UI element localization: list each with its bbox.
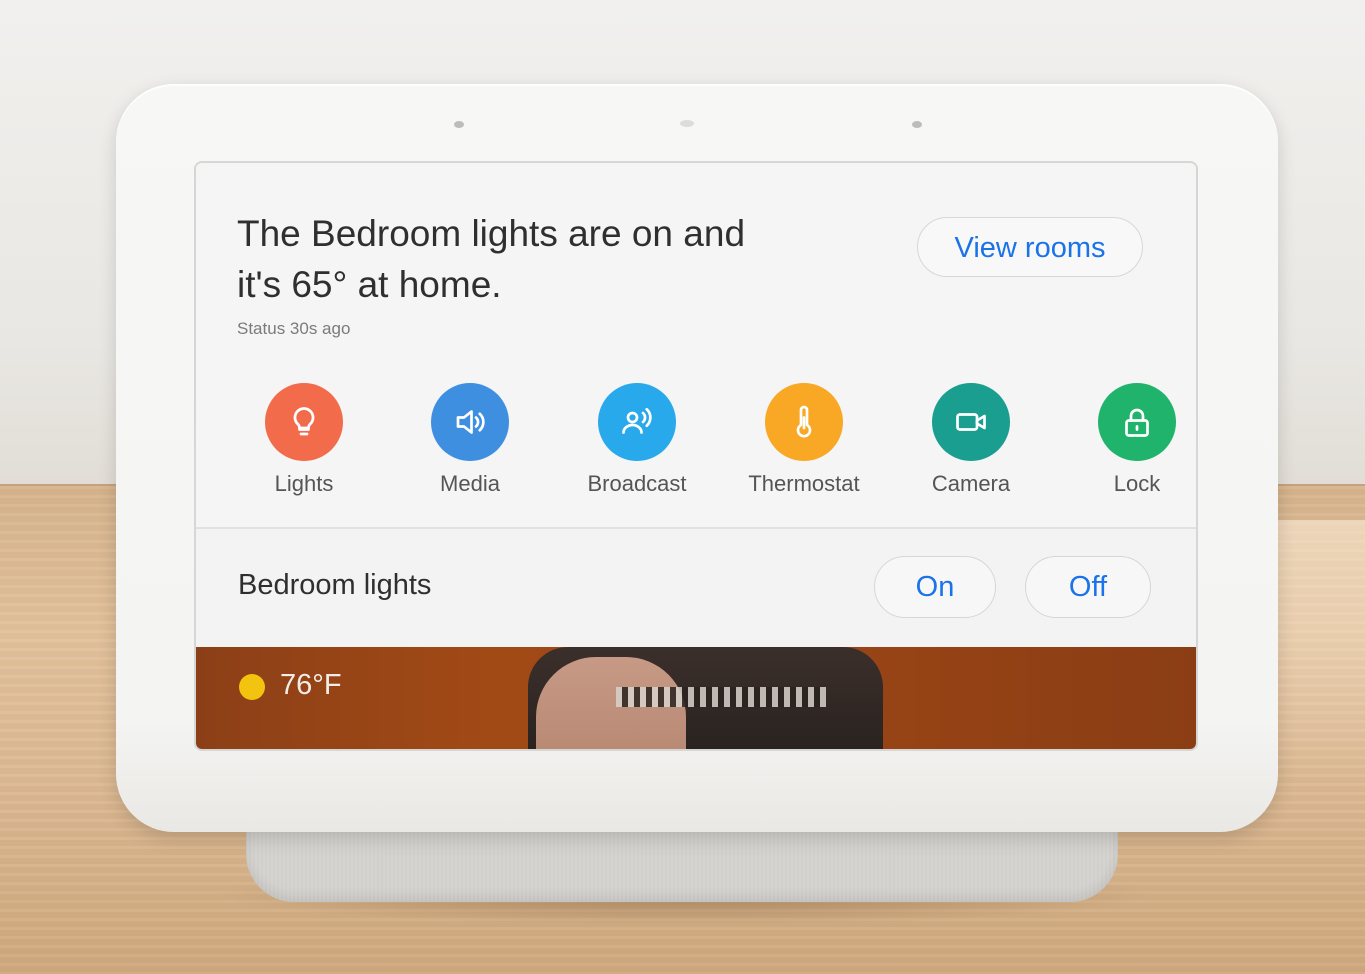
- photo-subject-pattern: [616, 687, 826, 707]
- lightbulb-icon: [265, 383, 343, 461]
- camera-action[interactable]: Camera: [891, 383, 1051, 503]
- headline-line-2: it's 65° at home.: [237, 264, 502, 305]
- home-status-card: The Bedroom lights are on and it's 65° a…: [196, 163, 1196, 529]
- camera-icon: [932, 383, 1010, 461]
- microphone-icon: [454, 121, 464, 128]
- view-rooms-button[interactable]: View rooms: [917, 217, 1143, 277]
- ambient-sensor: [680, 120, 694, 127]
- speaker-icon: [431, 383, 509, 461]
- thermometer-icon: [765, 383, 843, 461]
- media-label: Media: [440, 471, 500, 496]
- lights-on-button[interactable]: On: [874, 556, 996, 618]
- weather-temperature: 76°F: [280, 669, 342, 701]
- lights-label: Lights: [274, 471, 334, 496]
- status-timestamp: Status 30s ago: [237, 319, 351, 338]
- broadcast-action[interactable]: Broadcast: [557, 383, 717, 503]
- quick-actions-row: Lights Media Broadcast Thermostat Camera…: [224, 383, 1176, 503]
- microphone-icon: [912, 121, 922, 128]
- bedroom-lights-card: Bedroom lights On Off: [196, 529, 1196, 647]
- lights-action[interactable]: Lights: [224, 383, 384, 503]
- thermostat-action[interactable]: Thermostat: [724, 383, 884, 503]
- headline-line-1: The Bedroom lights are on and: [237, 213, 746, 254]
- broadcast-label: Broadcast: [587, 471, 687, 496]
- media-action[interactable]: Media: [390, 383, 550, 503]
- bedroom-lights-label: Bedroom lights: [238, 569, 432, 601]
- thermostat-label: Thermostat: [748, 471, 860, 496]
- broadcast-icon: [598, 383, 676, 461]
- lights-off-button[interactable]: Off: [1025, 556, 1151, 618]
- status-headline: The Bedroom lights are on and it's 65° a…: [237, 208, 837, 310]
- lock-label: Lock: [1113, 471, 1161, 496]
- display-screen: The Bedroom lights are on and it's 65° a…: [196, 163, 1196, 749]
- lock-action[interactable]: Lock: [1057, 383, 1196, 503]
- ambient-photo: 76°F: [196, 647, 1196, 749]
- sun-icon: [239, 674, 265, 700]
- lock-icon: [1098, 383, 1176, 461]
- camera-label: Camera: [931, 471, 1011, 496]
